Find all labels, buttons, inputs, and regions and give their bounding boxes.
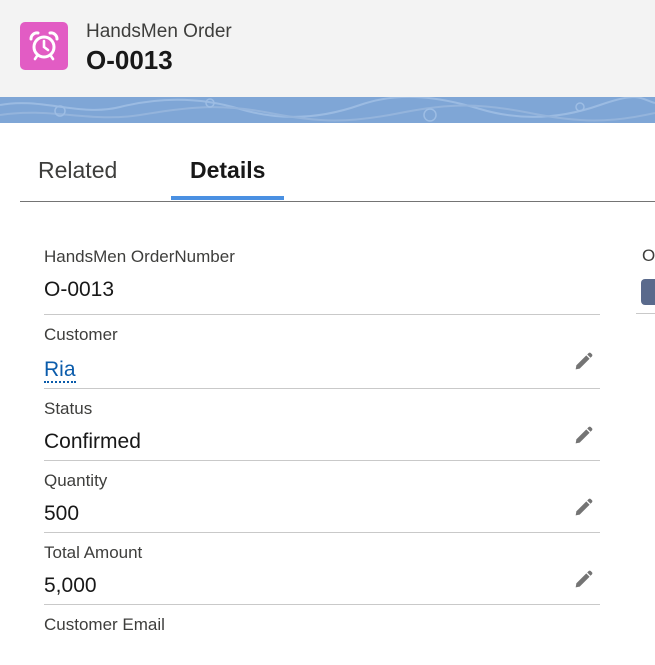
record-tabs: Related Details [20, 143, 655, 202]
field-value: Confirmed [44, 430, 141, 453]
field-value: 500 [44, 502, 80, 525]
record-header: HandsMen Order O-0013 [0, 0, 655, 97]
decorative-banner [0, 97, 655, 123]
field-value: Ria [44, 358, 76, 383]
field-status: Status Confirmed [44, 389, 600, 461]
tab-related[interactable]: Related [38, 157, 117, 184]
pencil-icon[interactable] [572, 351, 594, 373]
field-divider [636, 313, 655, 314]
right-column-field-label: O [642, 246, 655, 265]
pencil-icon[interactable] [572, 569, 594, 591]
field-label: Quantity [44, 471, 108, 490]
field-label: Total Amount [44, 543, 143, 562]
record-title: O-0013 [86, 45, 173, 75]
owner-avatar-icon [641, 279, 655, 305]
field-customer: Customer Ria [44, 315, 600, 389]
object-type-label: HandsMen Order [86, 21, 232, 42]
field-label: Status [44, 399, 93, 418]
field-handsmen-ordernumber: HandsMen OrderNumber O-0013 [44, 240, 600, 315]
field-value: O-0013 [44, 278, 115, 301]
pencil-icon[interactable] [572, 497, 594, 519]
field-label: Customer Email [44, 615, 165, 634]
field-total-amount: Total Amount 5,000 [44, 533, 600, 605]
active-tab-indicator [171, 196, 284, 200]
pencil-icon[interactable] [572, 425, 594, 447]
field-quantity: Quantity 500 [44, 461, 600, 533]
tab-details[interactable]: Details [190, 157, 265, 184]
field-value: 5,000 [44, 574, 97, 597]
field-label: HandsMen OrderNumber [44, 247, 235, 266]
customer-link[interactable]: Ria [44, 358, 76, 383]
alarm-clock-icon [20, 22, 68, 70]
field-customer-email: Customer Email [44, 605, 600, 665]
field-label: Customer [44, 325, 118, 344]
